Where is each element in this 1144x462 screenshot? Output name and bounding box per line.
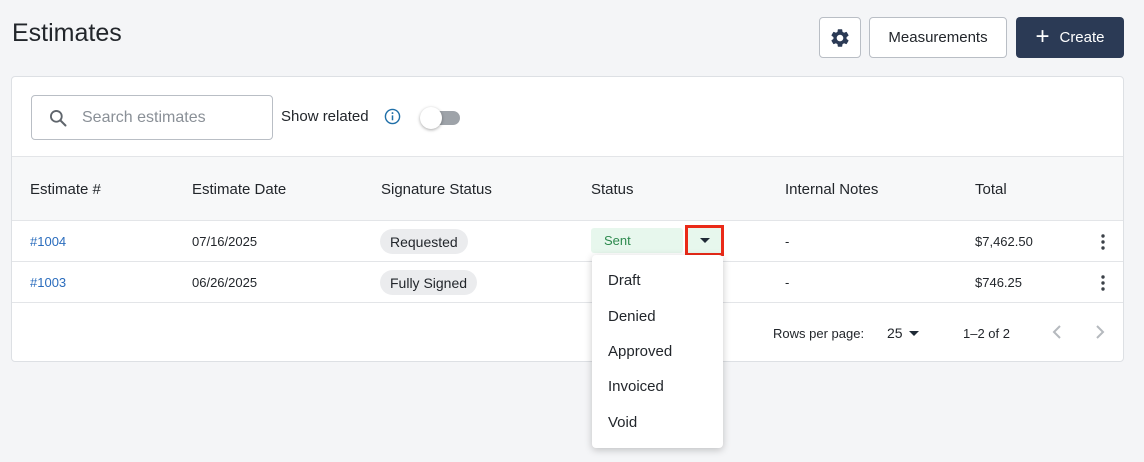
estimate-date: 07/16/2025 bbox=[192, 234, 258, 249]
chevron-right-icon[interactable] bbox=[1093, 323, 1107, 341]
status-select[interactable]: Sent bbox=[591, 228, 683, 253]
search-icon bbox=[50, 109, 67, 126]
more-vertical-icon[interactable] bbox=[1100, 274, 1106, 292]
estimate-number-link[interactable]: #1004 bbox=[30, 234, 66, 249]
estimate-date: 06/26/2025 bbox=[192, 275, 258, 290]
status-option-denied[interactable]: Denied bbox=[592, 298, 723, 333]
status-dropdown-menu: Draft Denied Approved Invoiced Void bbox=[592, 255, 723, 448]
table-row[interactable]: #1003 06/26/2025 Fully Signed - $746.25 bbox=[12, 262, 1123, 303]
status-option-approved[interactable]: Approved bbox=[592, 334, 723, 369]
rows-per-page-label: Rows per page: bbox=[773, 326, 865, 341]
table-header: Estimate # Estimate Date Signature Statu… bbox=[12, 156, 1123, 221]
page-title: Estimates bbox=[12, 19, 122, 47]
page-range: 1–2 of 2 bbox=[963, 326, 1010, 341]
create-button-label: Create bbox=[1059, 29, 1105, 46]
settings-button[interactable] bbox=[819, 17, 861, 58]
total-amount: $7,462.50 bbox=[975, 234, 1033, 249]
signature-status-chip: Fully Signed bbox=[380, 270, 478, 295]
search-box[interactable] bbox=[31, 95, 273, 140]
estimate-number-link[interactable]: #1003 bbox=[30, 275, 66, 290]
status-option-void[interactable]: Void bbox=[592, 405, 723, 440]
column-header-status[interactable]: Status bbox=[591, 181, 634, 198]
more-vertical-icon[interactable] bbox=[1100, 233, 1106, 251]
column-header-estimate-number[interactable]: Estimate # bbox=[30, 181, 101, 198]
show-related-toggle[interactable] bbox=[420, 107, 462, 129]
status-option-invoiced[interactable]: Invoiced bbox=[592, 369, 723, 404]
rows-per-page-select[interactable]: 25 bbox=[887, 325, 903, 341]
total-amount: $746.25 bbox=[975, 275, 1022, 290]
signature-status-chip: Requested bbox=[380, 229, 468, 254]
gear-icon bbox=[831, 28, 849, 47]
search-input[interactable] bbox=[82, 108, 242, 127]
show-related-label: Show related bbox=[281, 108, 369, 125]
caret-down-icon bbox=[699, 238, 710, 243]
column-header-total[interactable]: Total bbox=[975, 181, 1007, 198]
caret-down-icon[interactable] bbox=[909, 331, 919, 336]
column-header-estimate-date[interactable]: Estimate Date bbox=[192, 181, 286, 198]
table-pagination: Rows per page: 25 1–2 of 2 bbox=[12, 305, 1123, 361]
create-button[interactable]: + Create bbox=[1016, 17, 1124, 58]
internal-notes: - bbox=[785, 275, 790, 290]
table-row[interactable]: #1004 07/16/2025 Requested Sent - $7,462… bbox=[12, 221, 1123, 262]
status-option-draft[interactable]: Draft bbox=[592, 263, 723, 298]
toggle-thumb bbox=[420, 107, 442, 129]
status-dropdown-button[interactable] bbox=[685, 225, 724, 256]
estimates-card: Show related Estimate # Estimate Date Si… bbox=[11, 76, 1124, 362]
info-icon[interactable] bbox=[384, 108, 401, 125]
column-header-signature-status[interactable]: Signature Status bbox=[381, 181, 492, 198]
measurements-button[interactable]: Measurements bbox=[869, 17, 1007, 58]
chevron-left-icon[interactable] bbox=[1050, 323, 1064, 341]
plus-icon: + bbox=[1035, 22, 1050, 50]
column-header-internal-notes[interactable]: Internal Notes bbox=[785, 181, 878, 198]
internal-notes: - bbox=[785, 234, 790, 249]
